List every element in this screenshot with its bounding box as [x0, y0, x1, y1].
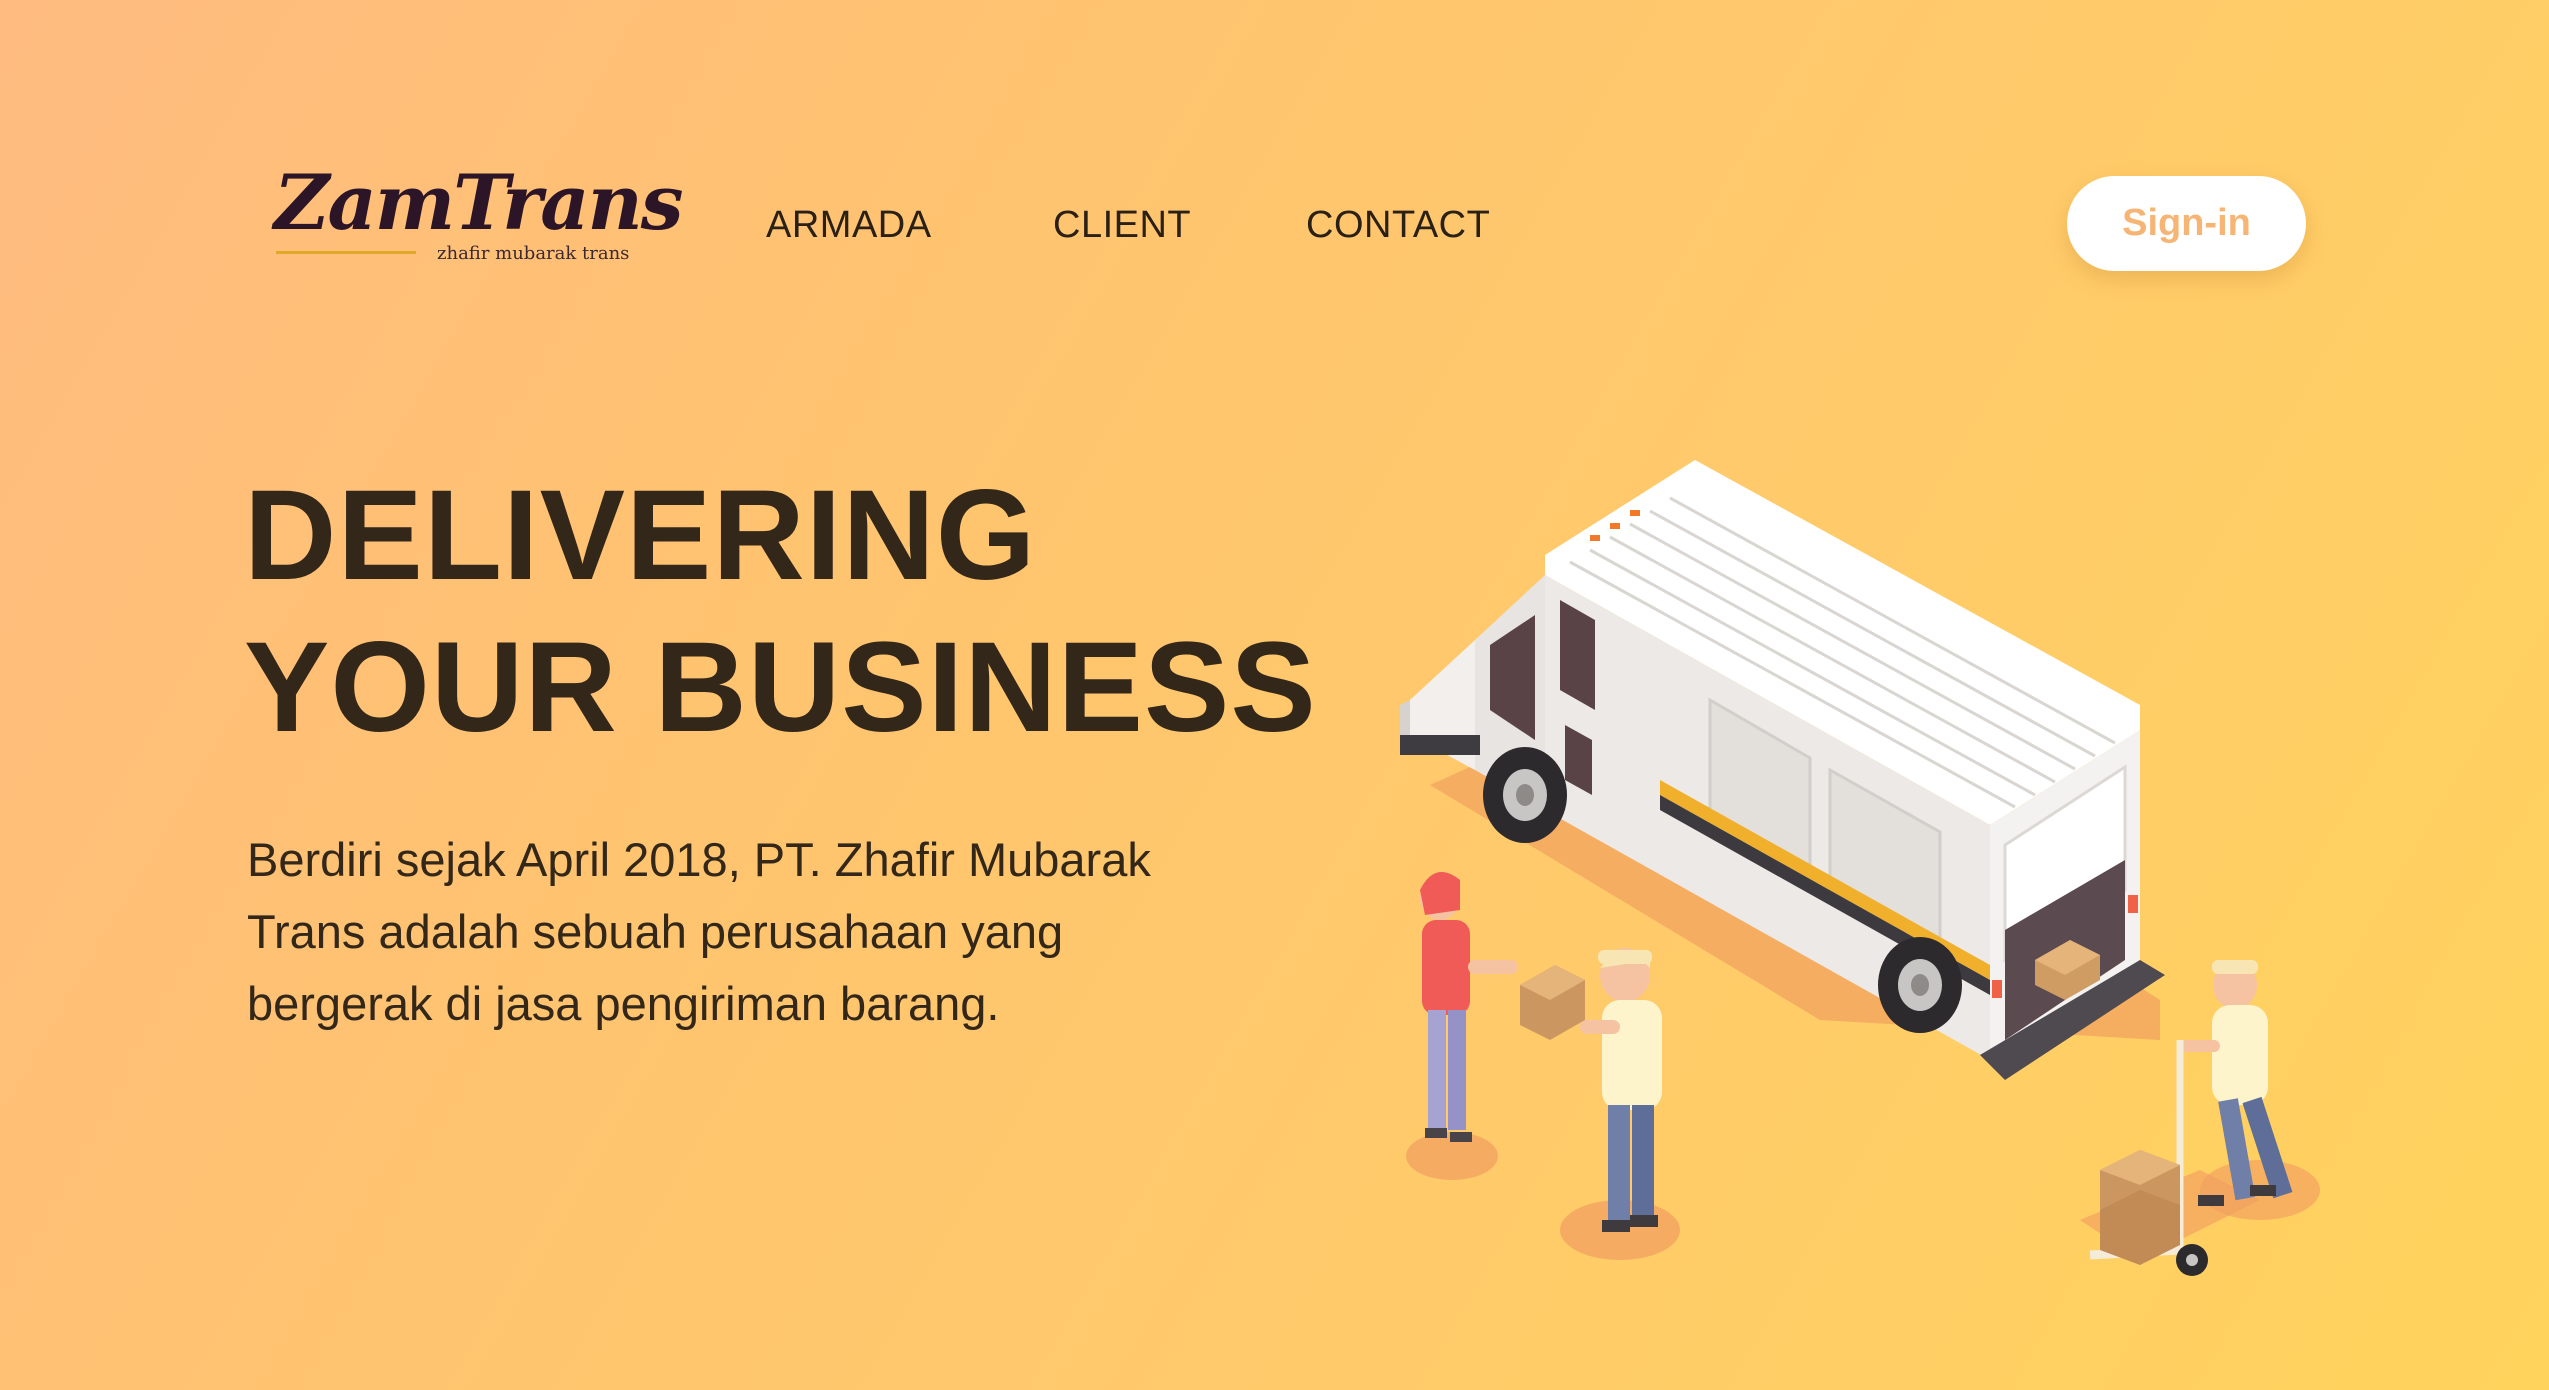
customer-figure [1420, 872, 1518, 1142]
sign-in-button[interactable]: Sign-in [2067, 176, 2306, 271]
logo-wordmark: ZamTrans [274, 158, 683, 247]
hand-truck [2089, 1040, 2208, 1276]
hero-title: DELIVERING YOUR BUSINESS [244, 460, 1317, 764]
logo-tagline: zhafir mubarak trans [437, 243, 630, 264]
nav-item-contact[interactable]: CONTACT [1306, 200, 1490, 250]
delivery-van-illustration [1400, 460, 2320, 1276]
package [1520, 965, 1585, 1040]
nav-item-client[interactable]: CLIENT [1053, 200, 1191, 250]
nav-item-armada[interactable]: ARMADA [766, 200, 932, 250]
brand-logo[interactable]: ZamTrans zhafir mubarak trans [274, 163, 683, 267]
logo-underline [276, 251, 416, 254]
worker-figure [2180, 960, 2293, 1206]
courier-figure [1580, 948, 1662, 1232]
hero-title-line-2: YOUR BUSINESS [244, 616, 1317, 759]
hero-description: Berdiri sejak April 2018, PT. Zhafir Mub… [247, 833, 1151, 1030]
hero-title-line-1: DELIVERING [244, 464, 1037, 607]
